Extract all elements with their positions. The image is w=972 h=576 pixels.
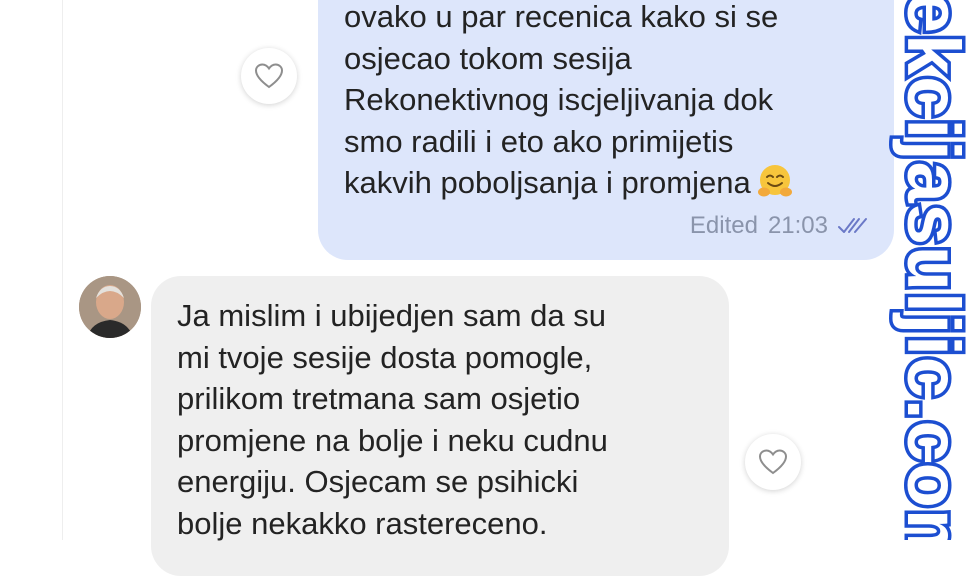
- heart-outline-icon: [254, 63, 284, 89]
- message-line: Ja mislim i ubijedjen sam da su: [177, 298, 607, 333]
- message-line: promjene na bolje i neku cudnu: [177, 422, 608, 458]
- watermark: ekcijasuljic.com: [888, 0, 972, 540]
- react-heart-button[interactable]: [745, 434, 801, 490]
- message-line: ovako u par recenica kako si se: [344, 0, 779, 34]
- incoming-message-text: Ja mislim i ubijedjen sam da su mi tvoje…: [177, 295, 608, 545]
- heart-outline-icon: [758, 449, 788, 475]
- avatar[interactable]: [79, 276, 141, 338]
- watermark-text: ekcijasuljic.com: [889, 0, 972, 540]
- message-line: Rekonektivnog iscjeljivanja dok: [344, 82, 774, 118]
- hugging-face-emoji: [757, 165, 792, 197]
- message-time: 21:03: [767, 212, 828, 239]
- message-line: energiju. Osjecam se psihicki: [177, 464, 579, 500]
- message-line: kakvih poboljsanja i promjena: [344, 165, 751, 201]
- message-line: smo radili i eto ako primijetis: [344, 123, 734, 159]
- message-line: mi tvoje sesije dosta pomogle,: [177, 339, 593, 375]
- message-line-last: kakvih poboljsanja i promjena: [344, 162, 884, 204]
- message-meta: Edited 21:03: [690, 212, 868, 240]
- outgoing-message-text: ovako u par recenica kako si se osjecao …: [344, 0, 884, 204]
- incoming-message-bubble[interactable]: Ja mislim i ubijedjen sam da su mi tvoje…: [151, 276, 729, 576]
- outgoing-message-bubble[interactable]: ovako u par recenica kako si se osjecao …: [318, 0, 894, 260]
- double-check-icon: [838, 218, 867, 233]
- message-line: prilikom tretmana sam osjetio: [177, 381, 581, 417]
- message-line: osjecao tokom sesija: [344, 40, 632, 76]
- message-line: bolje nekakko rastereceno.: [177, 505, 548, 541]
- avatar-photo: [79, 276, 141, 338]
- react-heart-button[interactable]: [241, 48, 297, 104]
- edited-label: Edited: [689, 212, 758, 239]
- thread-left-divider: [62, 0, 63, 540]
